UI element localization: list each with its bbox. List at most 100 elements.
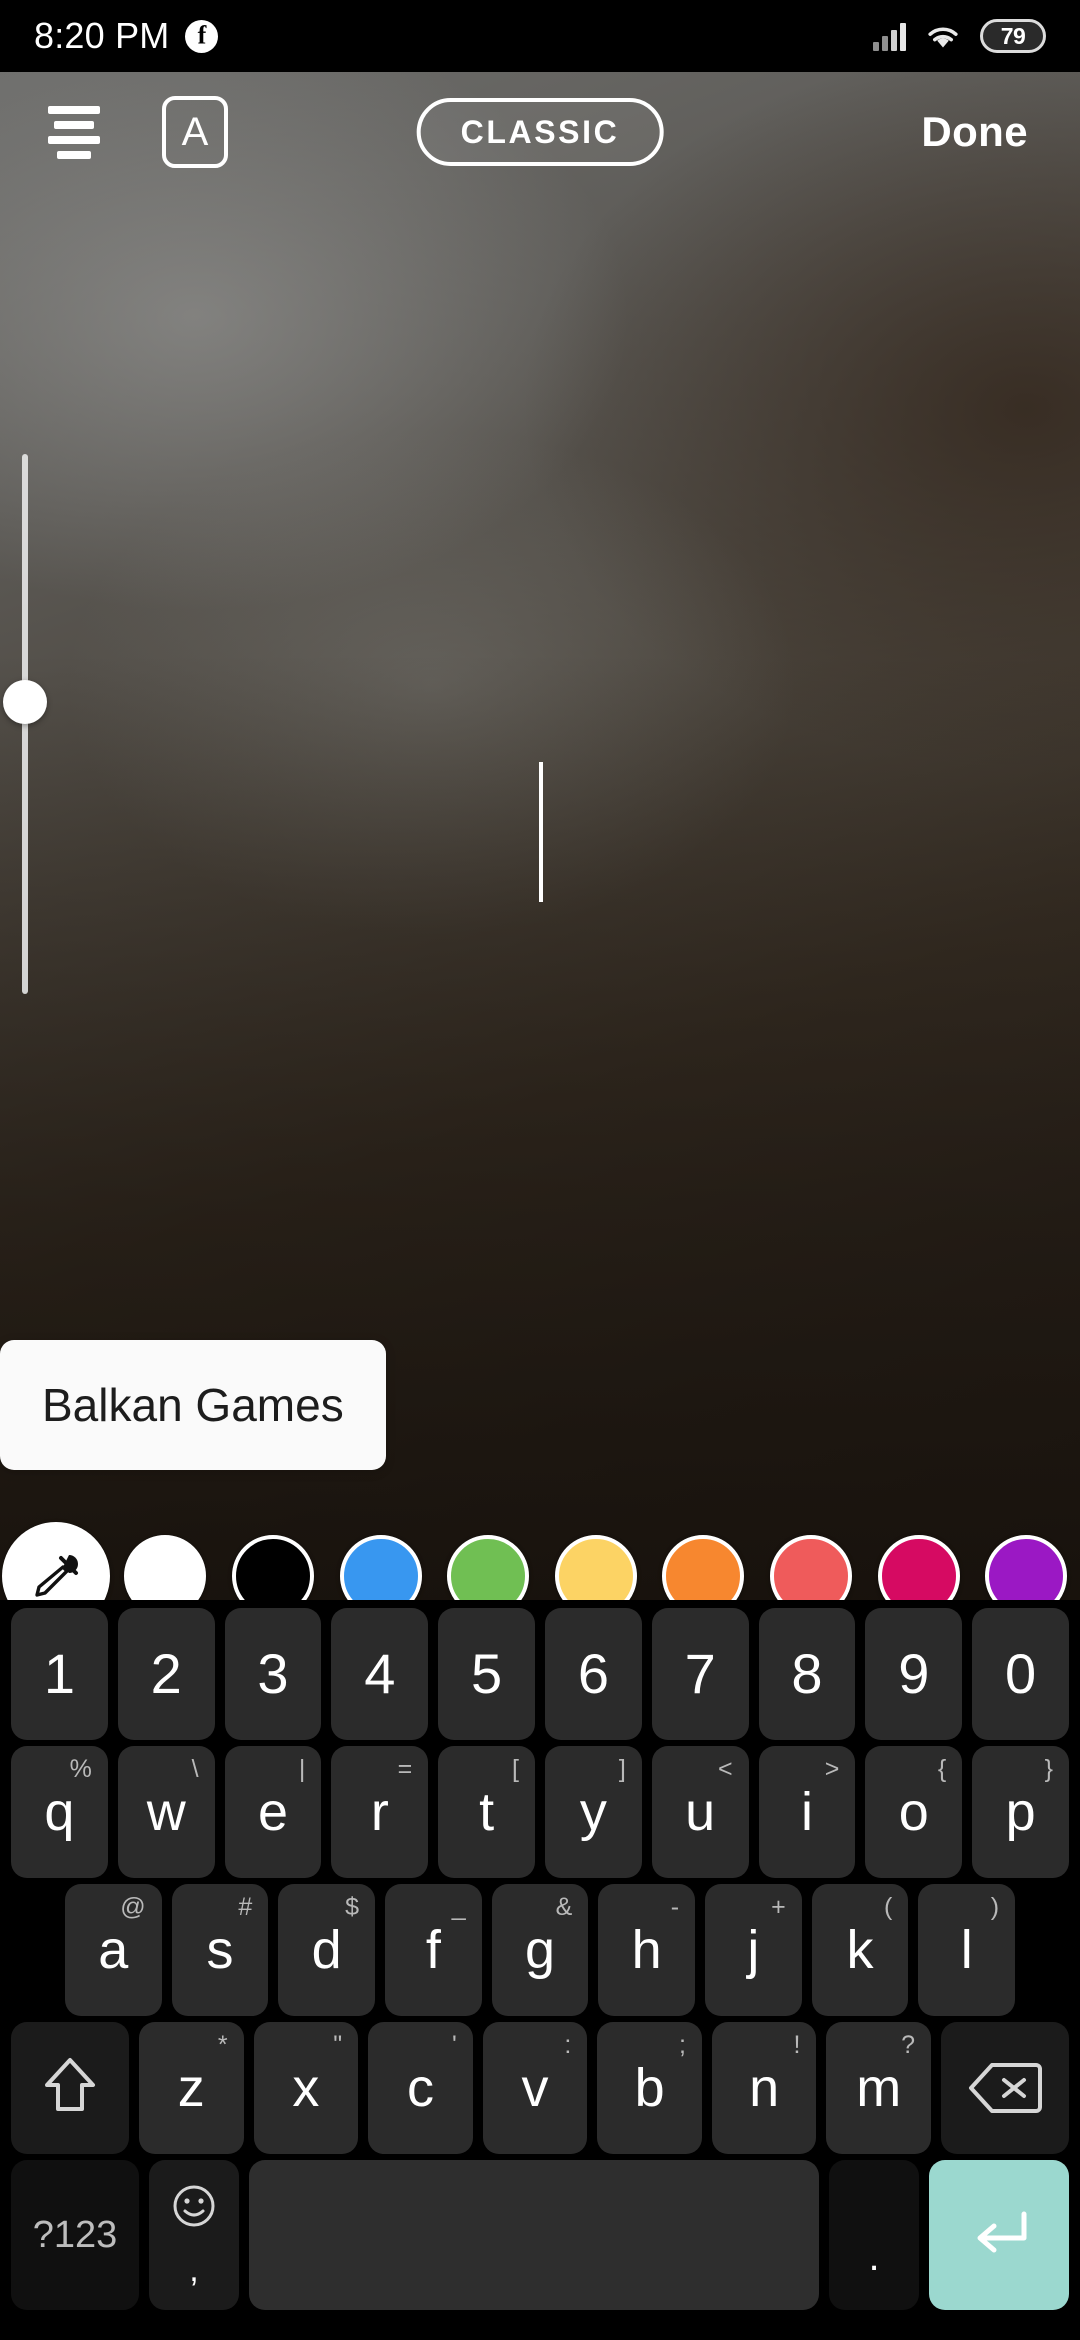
key-c[interactable]: ' c xyxy=(368,2022,473,2154)
symbols-key[interactable]: ?123 xyxy=(11,2160,139,2310)
text-caret xyxy=(539,762,543,902)
text-size-slider[interactable] xyxy=(3,454,47,994)
backspace-key[interactable] xyxy=(941,2022,1069,2154)
key-j[interactable]: + j xyxy=(705,1884,802,2016)
text-align-center-icon[interactable] xyxy=(42,104,106,160)
key-k-label: k xyxy=(846,1920,874,1980)
key-6[interactable]: 6 xyxy=(545,1608,642,1740)
color-swatch-yellow[interactable] xyxy=(554,1535,637,1600)
status-bar-right: 79 xyxy=(873,19,1046,53)
key-k[interactable]: (k xyxy=(811,1884,909,2016)
key-m-alt: ? xyxy=(901,2031,916,2059)
key-w[interactable]: \ w xyxy=(117,1746,215,1878)
key-z-label: z xyxy=(177,2058,205,2118)
key-x[interactable]: " x xyxy=(253,2022,359,2154)
key-5[interactable]: 5 xyxy=(438,1608,535,1740)
key-2[interactable]: 2 xyxy=(117,1608,215,1740)
status-bar: 8:20 PM 79 xyxy=(0,0,1080,72)
key-4[interactable]: 4 xyxy=(331,1608,429,1740)
key-n[interactable]: ! n xyxy=(711,2022,817,2154)
done-button[interactable]: Done xyxy=(921,108,1028,156)
keyboard-row-space: ?123 , . xyxy=(6,2160,1074,2310)
key-x-label: x xyxy=(292,2058,320,2118)
color-palette xyxy=(0,1512,1080,1600)
emoji-key[interactable]: , xyxy=(149,2160,239,2310)
key-b-label: b xyxy=(634,2058,665,2118)
key-u-alt: < xyxy=(717,1755,733,1783)
story-text-input[interactable]: Balkan Games xyxy=(0,1340,386,1470)
key-g[interactable]: & g xyxy=(491,1884,589,2016)
keyboard-row-numbers: 1 2 3 4 5 6 7 8 9 0 xyxy=(6,1608,1074,1740)
key-r-alt: = xyxy=(397,1755,413,1783)
key-o-label: o xyxy=(898,1782,929,1842)
key-n-alt: ! xyxy=(793,2031,801,2059)
emoji-key-comma: , xyxy=(189,2251,199,2289)
wifi-icon xyxy=(928,27,958,48)
font-style-label: CLASSIC xyxy=(460,113,620,150)
key-1[interactable]: 1 xyxy=(11,1608,108,1740)
key-n-label: n xyxy=(749,2058,780,2118)
key-0[interactable]: 0 xyxy=(972,1608,1069,1740)
key-e[interactable]: | e xyxy=(224,1746,322,1878)
key-r[interactable]: = r xyxy=(331,1746,429,1878)
key-h[interactable]: -h xyxy=(598,1884,696,2016)
key-9-label: 9 xyxy=(898,1642,930,1705)
key-k-alt: ( xyxy=(884,1893,893,1921)
key-6-label: 6 xyxy=(577,1642,609,1705)
text-background-button[interactable]: A xyxy=(162,96,228,168)
key-b[interactable]: ; b xyxy=(597,2022,702,2154)
font-style-button[interactable]: CLASSIC xyxy=(416,98,664,166)
key-7-label: 7 xyxy=(684,1642,716,1705)
story-text-value: Balkan Games xyxy=(42,1379,344,1431)
key-f[interactable]: _ f xyxy=(385,1884,482,2016)
key-a-label: a xyxy=(98,1920,129,1980)
key-z[interactable]: * z xyxy=(139,2022,244,2154)
key-4-label: 4 xyxy=(364,1642,396,1705)
enter-key[interactable] xyxy=(929,2160,1069,2310)
key-f-label: f xyxy=(425,1920,441,1980)
shift-key[interactable] xyxy=(11,2022,129,2154)
key-c-label: c xyxy=(406,2058,434,2118)
color-swatch-green[interactable] xyxy=(447,1535,530,1600)
color-swatch-orange[interactable] xyxy=(662,1535,745,1600)
key-g-label: g xyxy=(524,1920,556,1980)
color-swatch-magenta[interactable] xyxy=(877,1535,960,1600)
key-o[interactable]: {o xyxy=(865,1746,963,1878)
color-swatch-red[interactable] xyxy=(769,1535,852,1600)
battery-indicator: 79 xyxy=(980,19,1046,53)
key-c-alt: ' xyxy=(451,2031,457,2059)
color-swatch-purple[interactable] xyxy=(985,1535,1068,1600)
key-m[interactable]: ? m xyxy=(826,2022,932,2154)
keyboard-row-bottom: * z " x ' c: v; b! n? m xyxy=(6,2022,1074,2154)
slider-knob[interactable] xyxy=(3,680,47,725)
key-3[interactable]: 3 xyxy=(224,1608,322,1740)
color-swatch-white[interactable] xyxy=(124,1535,207,1600)
key-v[interactable]: :v xyxy=(482,2022,588,2154)
key-a[interactable]: @ a xyxy=(64,1884,162,2016)
key-q-alt: % xyxy=(69,1755,92,1783)
key-q-label: q xyxy=(44,1782,75,1842)
key-y[interactable]: ] y xyxy=(545,1746,642,1878)
color-swatch-eyedropper[interactable] xyxy=(1,1522,110,1600)
facebook-icon xyxy=(185,19,219,53)
key-8[interactable]: 8 xyxy=(758,1608,856,1740)
key-u[interactable]: < u xyxy=(651,1746,749,1878)
color-swatch-blue[interactable] xyxy=(339,1535,422,1600)
key-s[interactable]: # s xyxy=(171,1884,269,2016)
key-i[interactable]: > i xyxy=(758,1746,856,1878)
space-key[interactable] xyxy=(249,2160,819,2310)
key-q[interactable]: % q xyxy=(11,1746,108,1878)
instagram-story-text-editor: 8:20 PM 79 A CLASSIC xyxy=(0,0,1080,2340)
key-7[interactable]: 7 xyxy=(651,1608,749,1740)
period-key[interactable]: . xyxy=(829,2160,919,2310)
story-photo-canvas[interactable]: A CLASSIC Done Balkan Games xyxy=(0,72,1080,1600)
key-p[interactable]: } p xyxy=(972,1746,1069,1878)
key-d[interactable]: $ d xyxy=(278,1884,375,2016)
key-t[interactable]: [t xyxy=(438,1746,535,1878)
cellular-signal-icon xyxy=(873,21,906,51)
enter-arrow-icon xyxy=(977,2211,1027,2253)
key-l[interactable]: ) l xyxy=(918,1884,1016,2016)
key-9[interactable]: 9 xyxy=(865,1608,963,1740)
color-swatch-black[interactable] xyxy=(231,1535,314,1600)
on-screen-keyboard: 1234567890 % q \ w | e = r[t] y < u > i{o} p @ a # s $ d _ f… xyxy=(0,1600,1080,2340)
